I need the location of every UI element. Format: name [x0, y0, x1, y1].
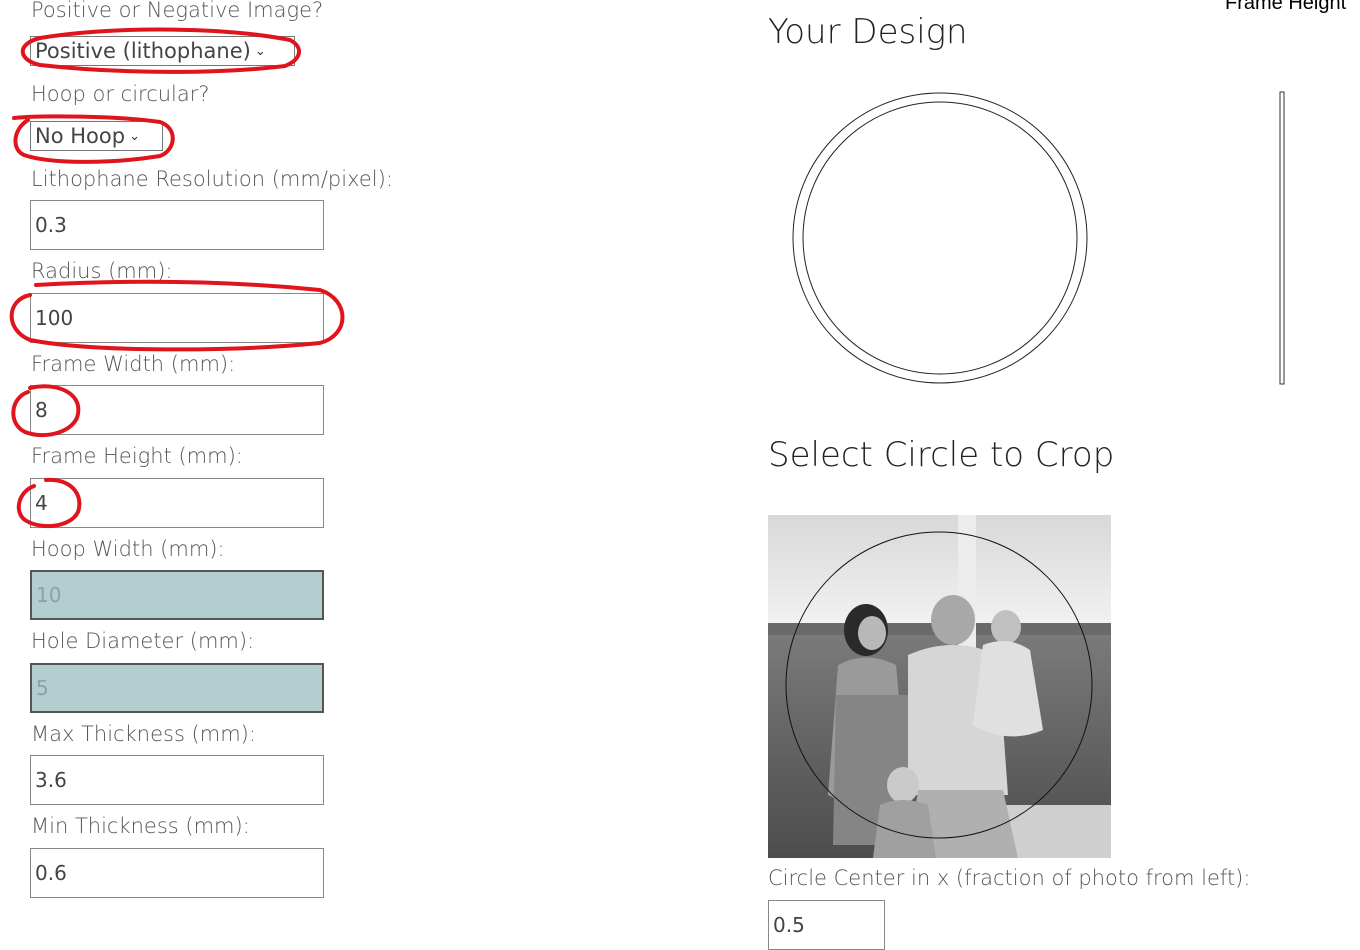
frame-height-caption: Frame Height	[1225, 0, 1347, 14]
circle-center-x-input[interactable]: 0.5	[768, 900, 885, 950]
max-thickness-value: 3.6	[35, 768, 67, 792]
crop-photo[interactable]	[768, 515, 1111, 858]
hoop-width-label: Hoop Width (mm):	[31, 537, 225, 561]
hoop-width-value: 10	[36, 583, 62, 607]
hoop-width-input: 10	[30, 570, 324, 620]
frame-height-value: 4	[35, 491, 48, 515]
hole-diameter-input: 5	[30, 663, 324, 713]
frame-height-input[interactable]: 4	[30, 478, 324, 528]
circle-center-x-label: Circle Center in x (fraction of photo fr…	[768, 866, 1251, 890]
select-crop-title: Select Circle to Crop	[768, 435, 1115, 475]
outer-frame-circle	[792, 92, 1088, 384]
resolution-input[interactable]: 0.3	[30, 200, 324, 250]
radius-input[interactable]: 100	[30, 293, 324, 343]
radius-label: Radius (mm):	[31, 259, 173, 283]
positive-negative-label: Positive or Negative Image?	[31, 0, 324, 22]
hole-diameter-value: 5	[36, 676, 49, 700]
frame-width-value: 8	[35, 398, 48, 422]
frame-height-label: Frame Height (mm):	[31, 444, 243, 468]
frame-height-preview	[1279, 91, 1285, 385]
chevron-down-icon: ⌄	[129, 128, 140, 144]
max-thickness-label: Max Thickness (mm):	[31, 722, 256, 746]
hoop-circular-select[interactable]: No Hoop ⌄	[30, 121, 163, 151]
chevron-down-icon: ⌄	[254, 43, 266, 59]
hoop-circular-label: Hoop or circular?	[31, 82, 210, 106]
positive-negative-value: Positive (lithophane)	[35, 39, 251, 63]
frame-width-label: Frame Width (mm):	[31, 352, 236, 376]
hole-diameter-label: Hole Diameter (mm):	[31, 629, 255, 653]
hoop-circular-value: No Hoop	[35, 124, 126, 148]
your-design-title: Your Design	[768, 12, 968, 52]
positive-negative-select[interactable]: Positive (lithophane) ⌄	[30, 36, 295, 66]
max-thickness-input[interactable]: 3.6	[30, 755, 324, 805]
circle-center-x-value: 0.5	[773, 913, 805, 937]
resolution-value: 0.3	[35, 213, 67, 237]
min-thickness-label: Min Thickness (mm):	[31, 814, 250, 838]
min-thickness-input[interactable]: 0.6	[30, 848, 324, 898]
frame-width-input[interactable]: 8	[30, 385, 324, 435]
min-thickness-value: 0.6	[35, 861, 67, 885]
radius-value: 100	[35, 306, 74, 330]
resolution-label: Lithophane Resolution (mm/pixel):	[31, 167, 393, 191]
design-preview	[792, 92, 1088, 384]
inner-frame-circle	[802, 101, 1078, 375]
